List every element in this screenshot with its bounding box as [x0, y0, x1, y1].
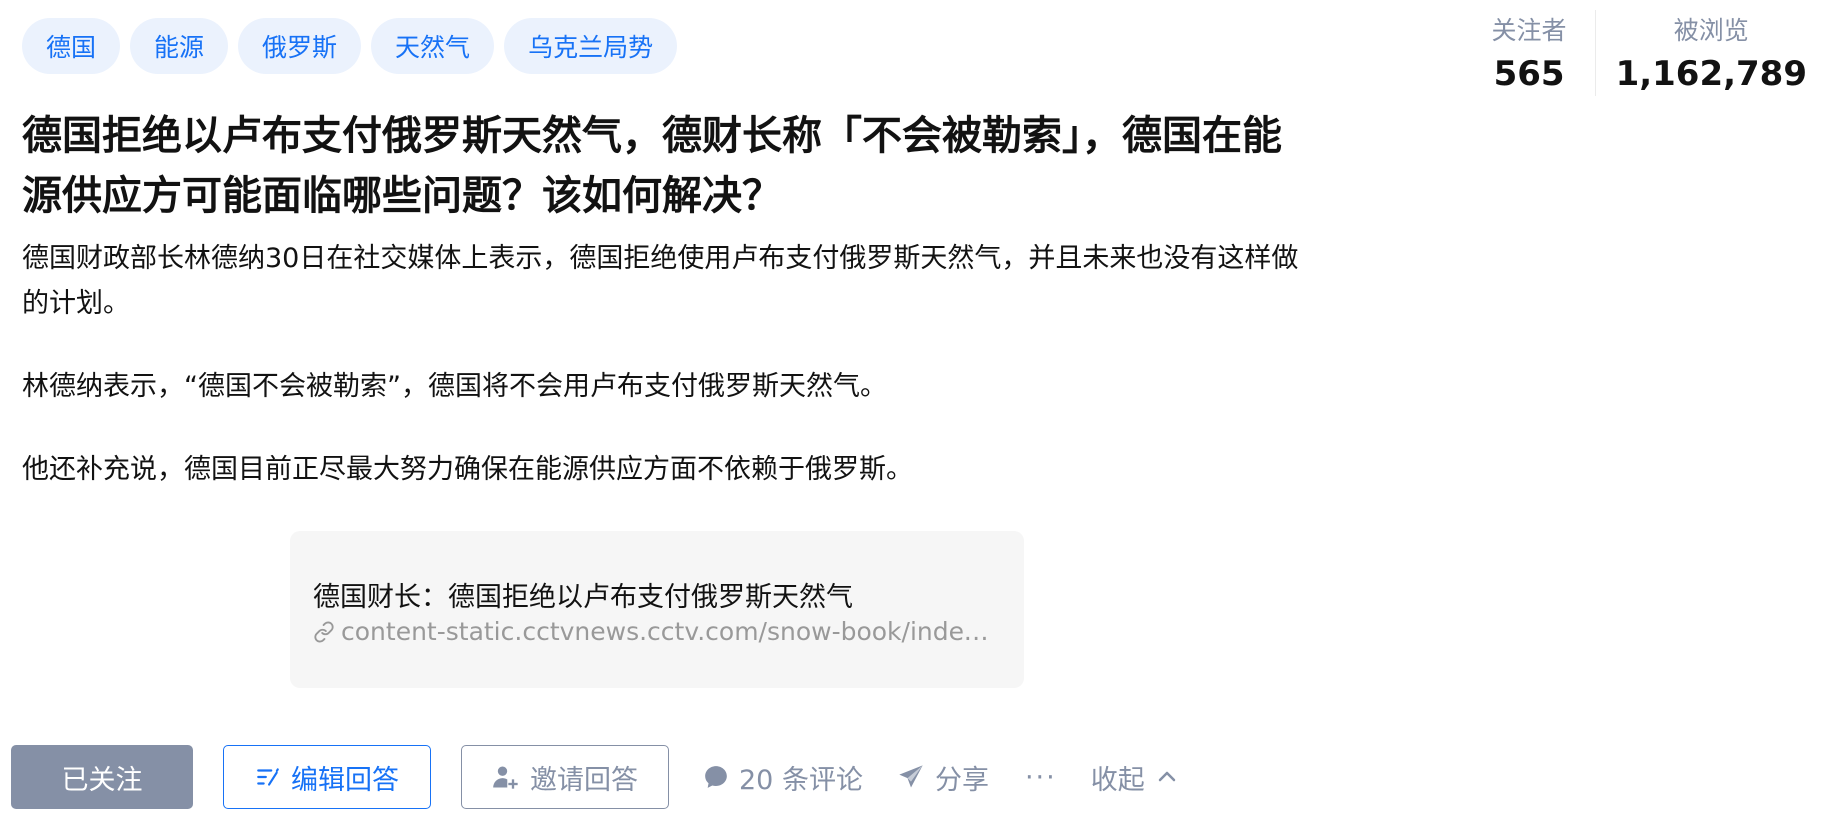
collapse-label: 收起 — [1090, 764, 1145, 796]
comments-label: 20 条评论 — [739, 764, 863, 796]
collapse-button[interactable]: 收起 — [1091, 758, 1179, 797]
topic-tag[interactable]: 能源 — [130, 18, 229, 74]
link-icon — [314, 620, 334, 643]
share-label: 分享 — [934, 764, 989, 796]
link-card[interactable]: 德国财长：德国拒绝以卢布支付俄罗斯天然气 content-static.cctv… — [290, 531, 1024, 688]
more-button[interactable]: ··· — [1025, 762, 1057, 793]
topic-tag[interactable]: 天然气 — [371, 18, 495, 74]
question-title: 德国拒绝以卢布支付俄罗斯天然气，德财长称「不会被勒索」，德国在能源供应方可能面临… — [22, 113, 1282, 219]
views-stat: 被浏览 1,162,789 — [1594, 10, 1835, 96]
edit-answer-label: 编辑回答 — [291, 764, 399, 796]
invite-answer-label: 邀请回答 — [530, 764, 638, 796]
invite-answer-button[interactable]: 邀请回答 — [461, 745, 669, 809]
share-button[interactable]: 分享 — [897, 758, 989, 797]
question-detail: 德国财政部长林德纳30日在社交媒体上表示，德国拒绝使用卢布支付俄罗斯天然气，并且… — [22, 236, 1312, 530]
detail-paragraph: 林德纳表示，“德国不会被勒索”，德国将不会用卢布支付俄罗斯天然气。 — [22, 371, 887, 402]
detail-paragraph: 他还补充说，德国目前正尽最大努力确保在能源供应方面不依赖于俄罗斯。 — [22, 454, 913, 485]
edit-icon — [257, 768, 279, 786]
views-label: 被浏览 — [1673, 16, 1749, 45]
topic-tags: 德国 能源 俄罗斯 天然气 乌克兰局势 — [22, 18, 678, 74]
link-card-title: 德国财长：德国拒绝以卢布支付俄罗斯天然气 — [313, 582, 853, 613]
invite-user-icon — [493, 766, 518, 789]
followers-label: 关注者 — [1491, 16, 1567, 45]
comments-button[interactable]: 20 条评论 — [703, 758, 863, 797]
topic-tag[interactable]: 乌克兰局势 — [504, 18, 678, 74]
question-actions: 已关注 编辑回答 邀请回答 20 条评论 分享 ··· 收起 — [11, 744, 1179, 810]
chevron-up-icon — [1158, 771, 1175, 782]
topic-tag[interactable]: 德国 — [22, 18, 121, 74]
views-count: 1,162,789 — [1615, 54, 1807, 94]
detail-paragraph: 德国财政部长林德纳30日在社交媒体上表示，德国拒绝使用卢布支付俄罗斯天然气，并且… — [22, 243, 1299, 319]
followers-stat[interactable]: 关注者 565 — [1464, 10, 1595, 96]
followers-count: 565 — [1493, 54, 1565, 94]
followed-button[interactable]: 已关注 — [11, 745, 193, 809]
link-url-text: content-static.cctvnews.cctv.com/snow-bo… — [341, 617, 1003, 646]
link-card-url: content-static.cctvnews.cctv.com/snow-bo… — [313, 617, 1003, 646]
comment-icon — [705, 766, 727, 788]
edit-answer-button[interactable]: 编辑回答 — [223, 745, 431, 809]
topic-tag[interactable]: 俄罗斯 — [238, 18, 362, 74]
share-icon — [899, 765, 923, 788]
question-stats: 关注者 565 被浏览 1,162,789 — [1464, 10, 1835, 96]
